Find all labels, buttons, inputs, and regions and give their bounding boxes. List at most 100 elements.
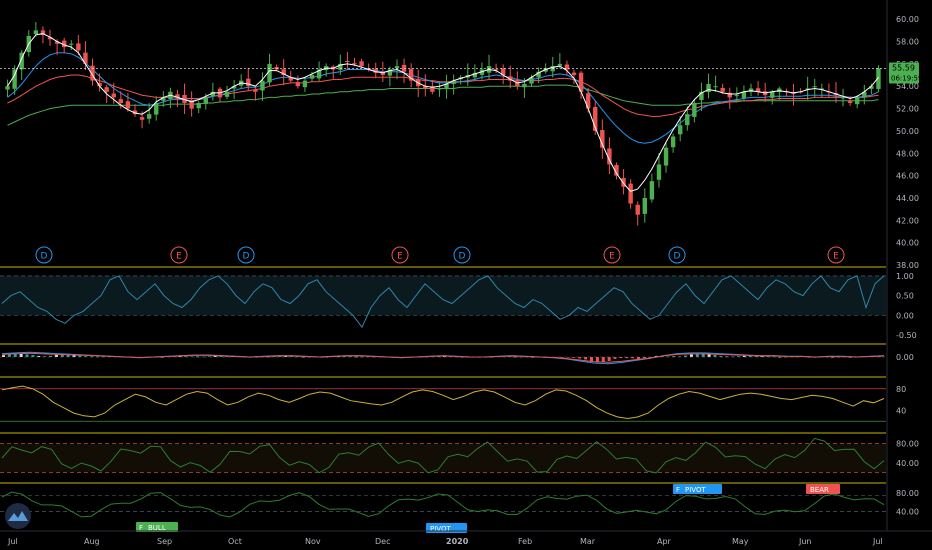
logo [5, 503, 31, 529]
candle-body[interactable] [678, 125, 683, 135]
candle-body[interactable] [352, 63, 357, 65]
candle-body[interactable] [522, 83, 527, 88]
candle-body[interactable] [437, 88, 442, 90]
signal-label-bear[interactable]: BEAR [806, 484, 840, 494]
event-label: D [459, 252, 466, 262]
time-tick-label: Sep [157, 537, 172, 546]
price-tick-label: 46.00 [896, 172, 919, 181]
price-tick-label: 44.00 [896, 194, 919, 203]
candle-body[interactable] [203, 97, 208, 104]
time-tick-label: Oct [228, 537, 242, 546]
candle-body[interactable] [649, 181, 655, 200]
candle-body[interactable] [196, 102, 201, 109]
candle-body[interactable] [309, 75, 315, 79]
event-label: E [609, 252, 615, 262]
price-tick-label: 40.00 [896, 239, 919, 248]
macd-histogram-bar [519, 356, 523, 358]
trading-chart[interactable]: DEDEDEDE F BULL PIVOTF PIVOT BEAR 60.0058.00… [0, 0, 932, 550]
time-tick-label: Aug [84, 537, 100, 546]
candle-body[interactable] [33, 30, 39, 35]
price-tick-label: 54.00 [896, 82, 919, 91]
candle-body[interactable] [359, 61, 364, 67]
price-tick-label: 60.00 [896, 15, 919, 24]
candle-body[interactable] [812, 86, 817, 88]
pane5-tick-label: 40.00 [896, 508, 919, 517]
candle-body[interactable] [345, 60, 350, 62]
price-tick-label: 42.00 [896, 216, 919, 225]
macd-histogram-bar [713, 355, 717, 357]
time-tick-label: Dec [375, 537, 390, 546]
candle-body[interactable] [663, 147, 669, 166]
candle-body[interactable] [111, 93, 116, 98]
pane3-tick-label: 80 [896, 385, 906, 394]
macd-histogram-bar [2, 355, 5, 357]
candle-body[interactable] [118, 99, 124, 103]
last-price-value: 55.59 [892, 63, 915, 72]
candle-body[interactable] [642, 197, 647, 214]
macd-histogram-bar [7, 354, 11, 357]
time-tick-label: Mar [580, 537, 596, 546]
pane4-band [0, 443, 886, 473]
macd-histogram-bar [689, 354, 693, 357]
candle-body[interactable] [154, 102, 159, 115]
signal-text: PIVOT [430, 525, 451, 533]
candle-body[interactable] [706, 83, 711, 93]
macd-histogram-bar [31, 355, 35, 357]
macd-histogram-bar [584, 357, 588, 360]
candle-body[interactable] [302, 80, 308, 88]
time-tick-label: Jul [872, 537, 883, 546]
candle-body[interactable] [847, 100, 853, 103]
candle-body[interactable] [394, 66, 400, 69]
candle-body[interactable] [840, 97, 846, 99]
event-label: E [176, 252, 182, 262]
candle-body[interactable] [692, 102, 697, 117]
candle-body[interactable] [146, 114, 152, 119]
candle-body[interactable] [855, 97, 860, 105]
candle-body[interactable] [720, 87, 725, 92]
candle-body[interactable] [670, 136, 676, 148]
time-tick-label: Jun [798, 537, 812, 546]
candle-body[interactable] [224, 91, 230, 97]
macd-histogram-bar [25, 354, 29, 357]
time-tick-label: May [732, 537, 749, 546]
macd-histogram-bar [54, 354, 58, 357]
candle-body[interactable] [557, 63, 563, 66]
pane1-tick-label: 0.50 [896, 292, 914, 301]
price-tick-label: 52.00 [896, 105, 919, 114]
time-tick-label: Jul [7, 537, 18, 546]
signal-text: BEAR [810, 486, 829, 494]
candle-body[interactable] [69, 43, 74, 45]
price-tick-label: 58.00 [896, 38, 919, 47]
candle-body[interactable] [253, 89, 258, 92]
pane4-tick-label: 80.00 [896, 440, 919, 449]
candle-body[interactable] [571, 72, 577, 76]
candle-body[interactable] [246, 78, 251, 87]
candle-body[interactable] [656, 164, 662, 180]
candle-body[interactable] [734, 95, 740, 97]
candle-body[interactable] [125, 101, 131, 109]
candle-body[interactable] [104, 87, 109, 92]
macd-histogram-bar [613, 357, 617, 359]
candle-body[interactable] [5, 86, 10, 90]
time-tick-label: Nov [305, 537, 321, 546]
pane5-tick-label: 80.00 [896, 489, 919, 498]
pane2-tick-label: 0.00 [896, 353, 914, 362]
pane1-tick-label: -0.50 [896, 331, 917, 340]
macd-histogram-bar [13, 354, 17, 357]
candle-body[interactable] [585, 93, 591, 109]
signal-label-pivot[interactable]: F PIVOT [673, 484, 722, 494]
candle-body[interactable] [295, 82, 301, 87]
event-label: E [833, 252, 839, 262]
event-label: E [397, 252, 403, 262]
candle-body[interactable] [76, 43, 81, 51]
candle-body[interactable] [713, 86, 718, 88]
candle-body[interactable] [685, 114, 690, 126]
candle-body[interactable] [628, 183, 633, 204]
candle-body[interactable] [635, 204, 640, 215]
pane1-tick-label: 0.00 [896, 311, 914, 320]
candle-body[interactable] [770, 91, 775, 98]
signal-text: PIVOT [685, 486, 706, 494]
candle-body[interactable] [139, 117, 145, 120]
price-tick-label: 50.00 [896, 127, 919, 136]
candle-body[interactable] [260, 80, 265, 91]
